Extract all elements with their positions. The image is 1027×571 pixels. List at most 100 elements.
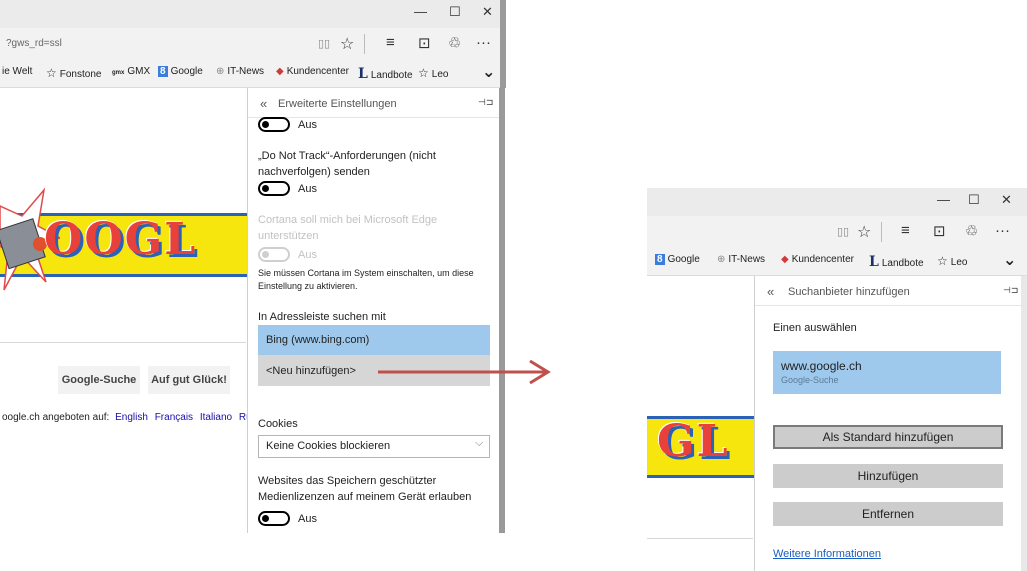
toggle-label: Aus <box>298 513 317 525</box>
close-button[interactable]: ✕ <box>482 4 493 20</box>
itnews-icon: ⊕ <box>216 66 225 77</box>
favorite-item[interactable]: ie Welt <box>2 66 32 77</box>
landbote-icon: L <box>358 66 368 82</box>
favorite-item[interactable]: ☆ Leo <box>937 254 967 268</box>
search-engine-label: In Adressleiste suchen mit <box>258 311 386 323</box>
favorite-item[interactable]: ⊕ IT-News <box>216 66 264 77</box>
web-note-icon[interactable]: ⊡ <box>933 222 946 240</box>
back-icon[interactable]: « <box>260 96 267 111</box>
do-not-track-label: „Do Not Track“-Anforderungen (nicht <box>258 150 436 162</box>
cookies-dropdown[interactable]: Keine Cookies blockieren ⌵ <box>258 435 490 458</box>
gmx-icon: gmx <box>112 70 125 76</box>
reading-view-icon[interactable]: ▯▯ <box>837 225 849 238</box>
pin-icon[interactable]: ⊣⊐ <box>478 97 493 108</box>
google-doodle-text: OOGL <box>44 214 198 265</box>
google-search-button[interactable]: Google-Suche <box>58 366 140 394</box>
favorite-item[interactable]: L Landbote <box>869 254 924 270</box>
left-window-edge <box>500 0 506 88</box>
licenses-toggle[interactable] <box>258 511 290 526</box>
scrollbar[interactable] <box>499 88 505 533</box>
share-icon[interactable]: ♲ <box>965 222 978 240</box>
panel-title: Suchanbieter hinzufügen <box>788 286 910 298</box>
cortana-note: Sie müssen Cortana im System einschalten… <box>258 268 474 278</box>
kundencenter-icon: ◆ <box>276 66 284 77</box>
licenses-label: Websites das Speichern geschützter <box>258 475 437 487</box>
cortana-toggle <box>258 247 290 262</box>
set-default-button[interactable]: Als Standard hinzufügen <box>773 425 1003 449</box>
add-button[interactable]: Hinzufügen <box>773 464 1003 488</box>
landbote-icon: L <box>869 254 879 270</box>
back-icon[interactable]: « <box>767 284 774 299</box>
scrollbar[interactable] <box>1021 276 1027 571</box>
google-doodle-text: GL <box>657 416 730 467</box>
favorite-item[interactable]: ☆ Fonstone <box>46 66 101 80</box>
cookies-label: Cookies <box>258 418 298 430</box>
more-icon[interactable]: ··· <box>995 222 1010 239</box>
favorite-item[interactable]: gmx GMX <box>112 66 150 77</box>
star-icon: ☆ <box>418 66 429 80</box>
maximize-button[interactable]: ☐ <box>449 4 461 20</box>
toolbar-divider <box>881 222 882 242</box>
star-icon: ☆ <box>46 66 57 80</box>
toggle-label: Aus <box>298 119 317 131</box>
more-info-link[interactable]: Weitere Informationen <box>773 546 881 562</box>
choose-label: Einen auswählen <box>773 322 857 334</box>
favorite-item[interactable]: ◆ Kundencenter <box>276 66 349 77</box>
right-title-bar: — ☐ ✕ <box>647 188 1027 216</box>
minimize-button[interactable]: — <box>937 192 950 207</box>
favorite-item[interactable]: 8 Google <box>158 66 203 77</box>
do-not-track-label-line2: nachverfolgen) senden <box>258 166 370 178</box>
hub-icon[interactable]: ≡ <box>901 222 910 239</box>
left-title-bar: — ☐ ✕ <box>0 0 505 28</box>
search-option-label: Bing (www.bing.com) <box>266 334 370 346</box>
favorite-star-icon[interactable]: ☆ <box>340 34 354 54</box>
left-address-bar: ?gws_rd=ssl ▯▯ ☆ ≡ ⊡ ♲ ··· <box>0 28 505 60</box>
language-link[interactable]: Italiano <box>200 412 232 423</box>
licenses-label-line2: Medienlizenzen auf meinem Gerät erlauben <box>258 491 472 503</box>
add-search-provider-panel: « Suchanbieter hinzufügen ⊣⊐ Einen auswä… <box>754 276 1027 571</box>
right-browser-window: — ☐ ✕ ▯▯ ☆ ≡ ⊡ ♲ ··· 8 Google ⊕ IT-News ◆ K… <box>647 188 1027 571</box>
favorites-chevron-icon[interactable]: ⌄ <box>482 62 495 82</box>
left-browser-window: — ☐ ✕ ?gws_rd=ssl ▯▯ ☆ ≡ ⊡ ♲ ··· ie Welt… <box>0 0 505 533</box>
favorite-item[interactable]: ◆ Kundencenter <box>781 254 854 265</box>
toggle-switch[interactable] <box>258 117 290 132</box>
search-box-underline <box>647 538 753 539</box>
toggle-label: Aus <box>298 249 317 261</box>
more-icon[interactable]: ··· <box>476 34 491 51</box>
remove-button[interactable]: Entfernen <box>773 502 1003 526</box>
favorite-item[interactable]: ☆ Leo <box>418 66 448 80</box>
kundencenter-icon: ◆ <box>781 254 789 265</box>
favorites-chevron-icon[interactable]: ⌄ <box>1003 250 1016 270</box>
do-not-track-toggle[interactable] <box>258 181 290 196</box>
toggle-label: Aus <box>298 183 317 195</box>
cortana-label: Cortana soll mich bei Microsoft Edge <box>258 214 438 226</box>
cortana-note-line2: Einstellung zu aktivieren. <box>258 281 358 291</box>
pin-icon[interactable]: ⊣⊐ <box>1003 285 1018 296</box>
offered-in-line: oogle.ch angeboten auf: English Français… <box>2 412 252 423</box>
favorite-item[interactable]: L Landbote <box>358 66 413 82</box>
maximize-button[interactable]: ☐ <box>968 192 980 208</box>
language-link[interactable]: Français <box>155 412 193 423</box>
chevron-down-icon: ⌵ <box>475 437 484 449</box>
close-button[interactable]: ✕ <box>1001 192 1012 208</box>
language-link[interactable]: English <box>115 412 148 423</box>
share-icon[interactable]: ♲ <box>448 34 461 52</box>
favorite-item[interactable]: ⊕ IT-News <box>717 254 765 265</box>
reading-view-icon[interactable]: ▯▯ <box>318 37 330 50</box>
panel-title: Erweiterte Einstellungen <box>278 98 397 110</box>
lucky-button[interactable]: Auf gut Glück! <box>148 366 230 394</box>
provider-subtitle: Google-Suche <box>781 375 839 385</box>
search-option-selected[interactable]: Bing (www.bing.com) <box>258 325 490 355</box>
star-icon: ☆ <box>937 254 948 268</box>
minimize-button[interactable]: — <box>414 4 427 19</box>
right-favorites-bar: 8 Google ⊕ IT-News ◆ Kundencenter L Landbote… <box>647 248 1027 276</box>
web-note-icon[interactable]: ⊡ <box>418 34 431 52</box>
advanced-settings-panel: « Erweiterte Einstellungen ⊣⊐ Aus „Do No… <box>247 88 500 533</box>
toolbar-divider <box>364 34 365 54</box>
hub-icon[interactable]: ≡ <box>386 34 395 51</box>
search-provider-item[interactable]: www.google.ch Google-Suche <box>773 351 1001 394</box>
address-url[interactable]: ?gws_rd=ssl <box>6 38 62 49</box>
right-address-bar: ▯▯ ☆ ≡ ⊡ ♲ ··· <box>647 216 1027 248</box>
favorite-item[interactable]: 8 Google <box>655 254 700 265</box>
favorite-star-icon[interactable]: ☆ <box>857 222 871 242</box>
